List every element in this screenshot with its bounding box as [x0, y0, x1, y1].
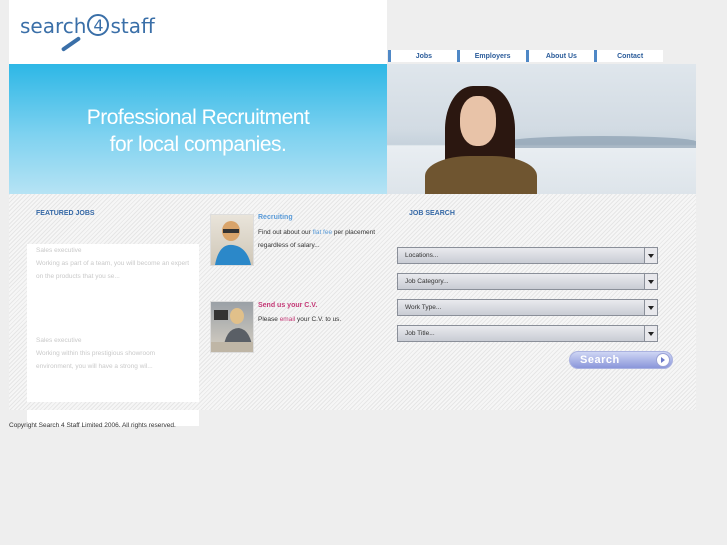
featured-job-item[interactable]: Sales executive Working within this pres… — [36, 334, 201, 373]
hero-tagline-line2: for local companies. — [109, 133, 287, 156]
featured-job-line1: Working within this prestigious showroom — [36, 350, 156, 357]
photo-person-face — [460, 96, 496, 146]
office-image-icon — [211, 308, 253, 352]
search-button-label: Search — [580, 354, 620, 366]
header-logo-area: search 4 staff — [9, 0, 387, 64]
recruiting-text-line2: regardless of salary... — [258, 242, 320, 249]
job-category-select[interactable]: Job Category... — [397, 273, 658, 290]
cv-text: Please email your C.V. to us. — [258, 313, 383, 326]
top-nav: Jobs Employers About Us Contact — [388, 50, 663, 62]
recruiting-text-pre: Find out about our — [258, 229, 313, 236]
magnifier-icon: 4 — [87, 14, 110, 36]
featured-job-item[interactable]: Sales executive Working as part of a tea… — [36, 244, 201, 283]
job-category-select-value: Job Category... — [405, 278, 449, 285]
work-type-select[interactable]: Work Type... — [397, 299, 658, 316]
featured-jobs-box: Sales executive Working as part of a tea… — [27, 244, 199, 402]
cv-thumbnail[interactable] — [210, 301, 254, 353]
recruiting-thumbnail[interactable] — [210, 214, 254, 266]
logo-suffix: staff — [110, 14, 155, 38]
cv-title[interactable]: Send us your C.V. — [258, 302, 317, 309]
nav-item-about-us[interactable]: About Us — [525, 50, 595, 62]
featured-job-title: Sales executive — [36, 247, 82, 254]
job-title-select-value: Job Title... — [405, 330, 435, 337]
logo-prefix: search — [20, 14, 87, 38]
featured-jobs-title: FEATURED JOBS — [36, 210, 95, 217]
locations-select-value: Locations... — [405, 252, 439, 259]
logo-digit: 4 — [93, 16, 104, 35]
photo-person-body — [425, 156, 537, 194]
cv-text-pre: Please — [258, 316, 280, 323]
magnifier-handle-icon — [60, 36, 82, 52]
nav-item-jobs[interactable]: Jobs — [388, 50, 457, 62]
chevron-down-icon[interactable] — [644, 326, 657, 341]
locations-select[interactable]: Locations... — [397, 247, 658, 264]
hero-banner: Professional Recruitment for local compa… — [9, 64, 387, 194]
job-title-select[interactable]: Job Title... — [397, 325, 658, 342]
search-button[interactable]: Search — [569, 351, 673, 369]
flat-fee-link[interactable]: flat fee — [313, 229, 333, 236]
featured-job-line2: on the products that you se... — [36, 273, 120, 280]
arrow-right-icon — [656, 353, 670, 367]
person-image-icon — [215, 221, 251, 265]
recruiting-text-post: per placement — [332, 229, 376, 236]
recruiting-title[interactable]: Recruiting — [258, 214, 293, 221]
hero-photo — [387, 64, 696, 194]
featured-job-line1: Working as part of a team, you will beco… — [36, 260, 190, 267]
featured-job-title: Sales executive — [36, 337, 82, 344]
work-type-select-value: Work Type... — [405, 304, 442, 311]
chevron-down-icon[interactable] — [644, 274, 657, 289]
cv-text-post: your C.V. to us. — [295, 316, 342, 323]
recruiting-text: Find out about our flat fee per placemen… — [258, 226, 383, 252]
email-link[interactable]: email — [280, 316, 296, 323]
hero-tagline-line1: Professional Recruitment — [86, 106, 310, 129]
photo-hills — [507, 136, 696, 148]
logo-text: search 4 staff — [20, 14, 155, 38]
featured-job-line2: environment, you will have a strong wil.… — [36, 363, 153, 370]
hero-tagline: Professional Recruitment for local compa… — [9, 104, 387, 158]
nav-item-contact[interactable]: Contact — [594, 50, 663, 62]
copyright-text: Copyright Search 4 Staff Limited 2006. A… — [9, 422, 176, 429]
nav-item-employers[interactable]: Employers — [456, 50, 526, 62]
chevron-down-icon[interactable] — [644, 248, 657, 263]
job-search-title: JOB SEARCH — [409, 210, 455, 217]
chevron-down-icon[interactable] — [644, 300, 657, 315]
